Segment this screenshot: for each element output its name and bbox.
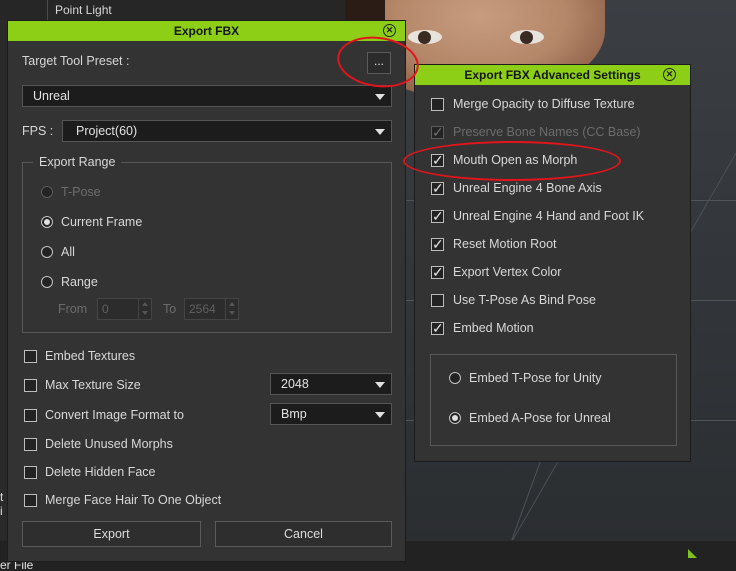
cancel-button[interactable]: Cancel <box>215 521 392 547</box>
merge-opacity-label: Merge Opacity to Diffuse Texture <box>453 97 635 111</box>
fps-value: Project(60) <box>76 124 138 138</box>
target-tool-preset-label: Target Tool Preset : <box>22 54 130 68</box>
ue4-hand-foot-ik-checkbox[interactable] <box>431 208 444 225</box>
delete-unused-morphs-label: Delete Unused Morphs <box>45 437 173 451</box>
character-eye-left <box>408 30 442 44</box>
export-range-title: Export Range <box>33 155 122 169</box>
tree-item-point-light[interactable]: Point Light <box>55 3 112 17</box>
tpose-bind-pose-label: Use T-Pose As Bind Pose <box>453 293 596 307</box>
merge-face-hair-checkbox[interactable] <box>24 494 37 507</box>
range-radio[interactable] <box>41 276 53 288</box>
export-vertex-color-label: Export Vertex Color <box>453 265 562 279</box>
chevron-down-icon <box>375 412 385 418</box>
convert-image-format-checkbox[interactable] <box>24 409 37 422</box>
advanced-settings-dialog: Export FBX Advanced Settings ✕ Merge Opa… <box>414 64 691 462</box>
image-format-dropdown[interactable]: Bmp <box>270 403 392 425</box>
scene-tree: Point Light <box>0 0 345 20</box>
stepper-arrows-icon[interactable] <box>138 299 151 319</box>
to-label: To <box>163 302 177 316</box>
tpose-radio[interactable] <box>41 186 53 198</box>
resize-grip-icon[interactable] <box>688 549 697 558</box>
current-frame-label: Current Frame <box>61 215 143 229</box>
advanced-settings-titlebar[interactable]: Export FBX Advanced Settings ✕ <box>415 65 690 85</box>
preserve-bone-names-checkbox[interactable] <box>431 124 444 141</box>
ue4-hand-foot-ik-label: Unreal Engine 4 Hand and Foot IK <box>453 209 645 223</box>
export-fbx-title: Export FBX <box>173 24 240 38</box>
embed-tpose-unity-label: Embed T-Pose for Unity <box>469 371 602 385</box>
embed-pose-group <box>430 354 677 446</box>
image-format-value: Bmp <box>281 407 307 421</box>
advanced-settings-title: Export FBX Advanced Settings <box>464 68 641 82</box>
max-texture-size-dropdown[interactable]: 2048 <box>270 373 392 395</box>
reset-motion-root-label: Reset Motion Root <box>453 237 557 251</box>
all-label: All <box>61 245 75 259</box>
export-button[interactable]: Export <box>22 521 201 547</box>
delete-unused-morphs-checkbox[interactable] <box>24 438 37 451</box>
embed-apose-unreal-radio[interactable] <box>449 412 461 424</box>
target-preset-value: Unreal <box>33 89 70 103</box>
range-label: Range <box>61 275 98 289</box>
delete-hidden-face-label: Delete Hidden Face <box>45 465 156 479</box>
delete-hidden-face-checkbox[interactable] <box>24 466 37 479</box>
tpose-bind-pose-checkbox[interactable] <box>431 294 444 307</box>
merge-opacity-checkbox[interactable] <box>431 98 444 111</box>
close-icon[interactable]: ✕ <box>663 68 676 81</box>
target-preset-dropdown[interactable]: Unreal <box>22 85 392 107</box>
fps-label: FPS : <box>22 124 54 138</box>
export-vertex-color-checkbox[interactable] <box>431 264 444 281</box>
merge-face-hair-label: Merge Face Hair To One Object <box>45 493 222 507</box>
export-fbx-titlebar[interactable]: Export FBX ✕ <box>8 21 405 41</box>
reset-motion-root-checkbox[interactable] <box>431 236 444 253</box>
preset-browse-button[interactable]: ... <box>367 52 391 74</box>
embed-apose-unreal-label: Embed A-Pose for Unreal <box>469 411 611 425</box>
embed-motion-label: Embed Motion <box>453 321 534 335</box>
from-stepper[interactable]: 0 <box>97 298 152 320</box>
embed-tpose-unity-radio[interactable] <box>449 372 461 384</box>
convert-image-format-label: Convert Image Format to <box>45 408 184 422</box>
embed-textures-label: Embed Textures <box>45 349 136 363</box>
embed-motion-checkbox[interactable] <box>431 320 444 337</box>
max-texture-size-value: 2048 <box>281 377 309 391</box>
current-frame-radio[interactable] <box>41 216 53 228</box>
mouth-open-morph-checkbox[interactable] <box>431 152 444 169</box>
stepper-arrows-icon[interactable] <box>225 299 238 319</box>
chevron-down-icon <box>375 94 385 100</box>
to-stepper[interactable]: 2564 <box>184 298 239 320</box>
embed-textures-checkbox[interactable] <box>24 350 37 363</box>
fps-dropdown[interactable]: Project(60) <box>62 120 392 142</box>
from-label: From <box>58 302 88 316</box>
export-fbx-dialog: Export FBX ✕ Target Tool Preset : ... Un… <box>7 20 406 562</box>
max-texture-size-checkbox[interactable] <box>24 379 37 392</box>
chevron-down-icon <box>375 129 385 135</box>
tpose-label: T-Pose <box>61 185 101 199</box>
tree-divider <box>47 0 48 20</box>
to-value: 2564 <box>189 302 216 316</box>
all-radio[interactable] <box>41 246 53 258</box>
ue4-bone-axis-checkbox[interactable] <box>431 180 444 197</box>
from-value: 0 <box>102 302 109 316</box>
chevron-down-icon <box>375 382 385 388</box>
preserve-bone-names-label: Preserve Bone Names (CC Base) <box>453 125 641 139</box>
character-eye-right <box>510 30 544 44</box>
close-icon[interactable]: ✕ <box>383 24 396 37</box>
max-texture-size-label: Max Texture Size <box>45 378 141 392</box>
ue4-bone-axis-label: Unreal Engine 4 Bone Axis <box>453 181 602 195</box>
mouth-open-morph-label: Mouth Open as Morph <box>453 153 578 167</box>
